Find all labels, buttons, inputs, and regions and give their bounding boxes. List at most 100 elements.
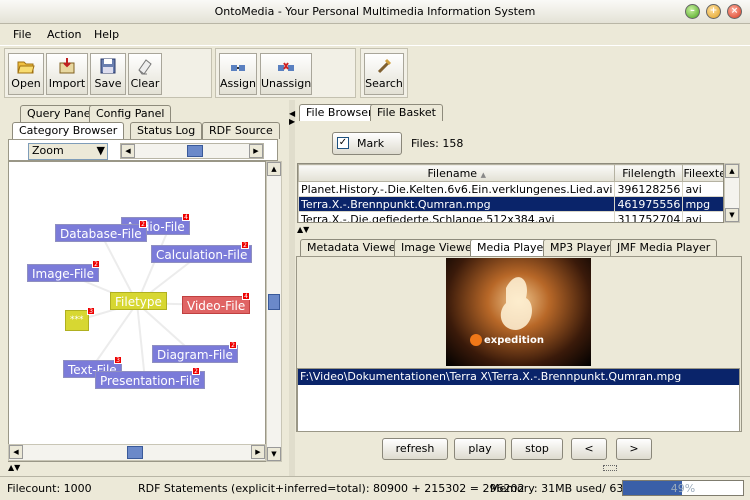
table-row[interactable]: Terra.X.-.Die.gefiederte.Schlange.512x38… <box>298 211 723 222</box>
title-bar: OntoMedia - Your Personal Multimedia Inf… <box>0 0 750 24</box>
menu-action[interactable]: Action <box>47 28 81 41</box>
tab-rdf-source[interactable]: RDF Source <box>202 122 280 139</box>
refresh-button[interactable]: refresh <box>382 438 448 460</box>
open-button[interactable]: Open <box>8 53 44 95</box>
node-badge: 4 <box>242 292 250 300</box>
status-rdf-statements: RDF Statements (explicit+inferred=total)… <box>138 482 525 495</box>
cell-filelength: 311752704 <box>614 211 684 222</box>
column-filename[interactable]: Filename ▲ <box>298 164 616 182</box>
vertical-splitter[interactable]: ◀ ▶ <box>289 100 295 476</box>
clear-button[interactable]: Clear <box>128 53 162 95</box>
vertical-scroll-thumb[interactable] <box>268 294 280 310</box>
table-row[interactable]: Terra.X.-.Brennpunkt.Qumran.mpg 46197555… <box>298 196 723 212</box>
tab-jmf-media-player[interactable]: JMF Media Player <box>610 239 718 256</box>
category-graph[interactable]: Audio-File 4 Database-File 2 Calculation… <box>8 161 266 462</box>
down-arrow-icon[interactable]: ▼ <box>725 208 739 222</box>
node-image-file[interactable]: Image-File <box>27 264 99 282</box>
video-logo-text: expedition <box>484 335 544 346</box>
up-arrow-icon[interactable]: ▲ <box>267 162 281 176</box>
minimize-button[interactable]: – <box>685 4 700 19</box>
node-filetype[interactable]: Filetype <box>110 292 167 310</box>
node-presentation-file[interactable]: Presentation-File <box>95 371 205 389</box>
cell-fileextension: mpg <box>682 196 723 212</box>
menu-help[interactable]: Help <box>94 28 119 41</box>
node-badge: 3 <box>114 356 122 364</box>
tab-mp3-player[interactable]: MP3 Player <box>543 239 618 256</box>
collapse-arrows-icon[interactable]: ▲▼ <box>8 464 20 472</box>
right-arrow-icon[interactable]: ▶ <box>251 445 265 459</box>
splitter-arrows-icon[interactable]: ◀ ▶ <box>289 110 295 126</box>
video-frame[interactable]: expedition <box>446 258 591 366</box>
eraser-icon <box>138 59 152 75</box>
right-arrow-icon[interactable]: ▶ <box>249 144 263 158</box>
node-badge: 2 <box>139 220 147 228</box>
mark-label: Mark <box>357 137 385 150</box>
graph-vertical-scrollbar[interactable]: ▲ ▼ <box>266 161 282 462</box>
playlist: F:\Video\Dokumentationen\Terra X\Terra.X… <box>297 368 740 432</box>
menu-file[interactable]: File <box>13 28 31 41</box>
table-row[interactable]: Planet.History.-.Die.Kelten.6v6.Ein.verk… <box>298 181 723 197</box>
maximize-button[interactable]: + <box>706 4 721 19</box>
node-badge: 4 <box>182 213 190 221</box>
tab-config-panel[interactable]: Config Panel <box>89 105 172 122</box>
left-arrow-icon[interactable]: ◀ <box>9 445 23 459</box>
playlist-item[interactable]: F:\Video\Dokumentationen\Terra X\Terra.X… <box>298 369 739 385</box>
down-arrow-icon[interactable]: ▼ <box>267 447 281 461</box>
node-badge: 2 <box>92 260 100 268</box>
resize-grip-icon[interactable] <box>603 465 617 471</box>
node-badge: 3 <box>87 307 95 315</box>
node-other[interactable]: *** <box>65 310 89 331</box>
tab-file-browser[interactable]: File Browser <box>299 104 380 121</box>
horizontal-scroll-thumb[interactable] <box>127 446 143 459</box>
collapse-arrows-icon[interactable]: ▲▼ <box>297 226 309 234</box>
unassign-icon <box>278 62 294 71</box>
mark-button[interactable]: ✓ Mark <box>332 132 402 155</box>
node-badge: 2 <box>192 367 200 375</box>
node-badge: 2 <box>229 341 237 349</box>
column-fileextension[interactable]: Fileextens... <box>682 164 723 182</box>
zoom-select[interactable]: Zoom ▼ <box>28 143 108 160</box>
node-database-file[interactable]: Database-File <box>55 224 147 242</box>
cell-fileextension: avi <box>682 211 723 222</box>
node-badge: 2 <box>241 241 249 249</box>
node-calculation-file[interactable]: Calculation-File <box>151 245 253 263</box>
zoom-slider[interactable]: ◀ ▶ <box>120 143 264 159</box>
search-label: Search <box>365 77 403 90</box>
tab-file-basket[interactable]: File Basket <box>370 104 443 121</box>
folder-open-icon <box>17 61 35 74</box>
column-filelength[interactable]: Filelength <box>614 164 684 182</box>
import-button[interactable]: Import <box>46 53 88 95</box>
search-button[interactable]: Search <box>364 53 404 95</box>
open-label: Open <box>11 77 41 90</box>
table-vertical-scrollbar[interactable]: ▲ ▼ <box>724 163 740 223</box>
file-toolbar-group: Open Import Save Clear <box>4 48 212 98</box>
unassign-button[interactable]: Unassign <box>260 53 312 95</box>
zoom-slider-thumb[interactable] <box>187 145 203 157</box>
cell-filelength: 461975556 <box>614 196 684 212</box>
unassign-label: Unassign <box>261 77 312 90</box>
tab-metadata-viewer[interactable]: Metadata Viewer <box>300 239 407 256</box>
save-icon <box>100 58 116 74</box>
assign-button[interactable]: Assign <box>219 53 257 95</box>
previous-button[interactable]: < <box>571 438 607 460</box>
next-button[interactable]: > <box>616 438 652 460</box>
status-memory: Memory: 31MB used/ 63... <box>490 482 634 495</box>
left-arrow-icon[interactable]: ◀ <box>121 144 135 158</box>
graph-horizontal-scrollbar[interactable]: ◀ ▶ <box>8 444 266 461</box>
cell-filelength: 396128256 <box>614 181 684 197</box>
node-diagram-file[interactable]: Diagram-File <box>152 345 238 363</box>
assign-icon <box>231 65 245 71</box>
memory-percent: 49% <box>670 482 696 495</box>
toolbar: Open Import Save Clear Assign Unassign S… <box>0 45 750 99</box>
save-button[interactable]: Save <box>90 53 126 95</box>
stop-button[interactable]: stop <box>511 438 563 460</box>
search-toolbar-group: Search <box>360 48 408 98</box>
close-button[interactable]: × <box>727 4 742 19</box>
tab-status-log[interactable]: Status Log <box>130 122 203 139</box>
play-button[interactable]: play <box>454 438 506 460</box>
video-flame-image <box>470 277 532 346</box>
tab-category-browser[interactable]: Category Browser <box>12 122 125 139</box>
up-arrow-icon[interactable]: ▲ <box>725 164 739 178</box>
node-video-file[interactable]: Video-File <box>182 296 251 314</box>
import-icon <box>59 58 75 74</box>
